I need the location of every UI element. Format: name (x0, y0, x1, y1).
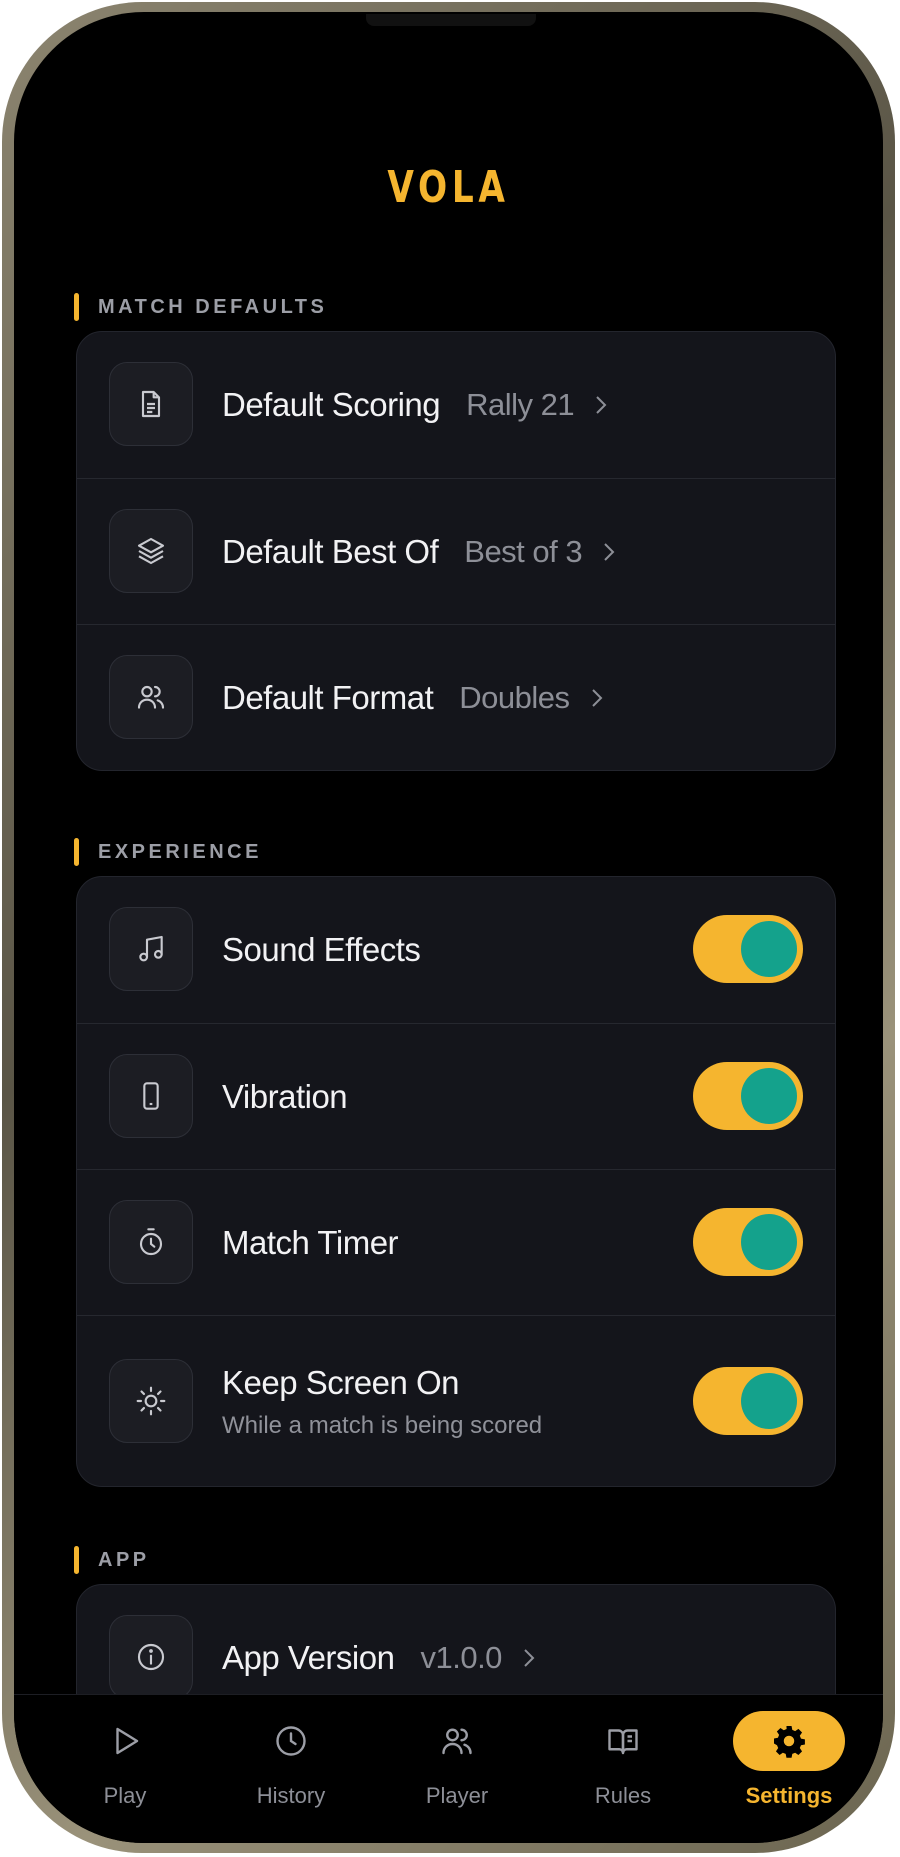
tab-rules[interactable]: Rules (540, 1695, 706, 1843)
stopwatch-icon (109, 1200, 193, 1284)
bottom-tab-bar: Play History Player Rules Settings (14, 1694, 883, 1843)
tab-label: Rules (594, 1783, 652, 1808)
section-header-app: APP (74, 1545, 150, 1575)
tab-label: Play (103, 1783, 147, 1808)
gear-icon (733, 1711, 845, 1771)
vibration-toggle[interactable] (693, 1062, 803, 1130)
sound-effects-row: Sound Effects (77, 877, 835, 1023)
section-accent-bar (74, 293, 79, 321)
speaker-notch (366, 14, 536, 26)
tab-history[interactable]: History (208, 1695, 374, 1843)
tab-play[interactable]: Play (42, 1695, 208, 1843)
chevron-right-icon (591, 689, 602, 707)
layers-icon (109, 509, 193, 593)
match-defaults-card: Default Scoring Rally 21 Default Best Of… (76, 331, 836, 771)
tab-label: History (256, 1783, 326, 1808)
row-title: Default Best Of (222, 533, 439, 570)
default-best-of-row[interactable]: Default Best Of Best of 3 (77, 478, 835, 625)
section-accent-bar (74, 838, 79, 866)
default-format-row[interactable]: Default Format Doubles (77, 624, 835, 770)
toggle-knob (741, 1373, 797, 1429)
row-value: Doubles (459, 680, 570, 715)
row-title: Default Scoring (222, 386, 441, 423)
row-title: App Version (222, 1639, 395, 1676)
section-header-match-defaults: MATCH DEFAULTS (74, 292, 327, 322)
default-scoring-row[interactable]: Default Scoring Rally 21 (77, 332, 835, 478)
toggle-knob (741, 921, 797, 977)
row-title: Match Timer (222, 1224, 399, 1261)
experience-card: Sound Effects Vibration Match Timer Keep… (76, 876, 836, 1487)
match-timer-toggle[interactable] (693, 1208, 803, 1276)
section-header-experience: EXPERIENCE (74, 837, 262, 867)
phone-icon (109, 1054, 193, 1138)
section-label: EXPERIENCE (98, 841, 262, 863)
tab-label: Settings (745, 1783, 833, 1808)
clock-icon (235, 1711, 347, 1771)
row-subtitle: While a match is being scored (222, 1411, 543, 1439)
tab-player[interactable]: Player (374, 1695, 540, 1843)
tab-settings[interactable]: Settings (706, 1695, 872, 1843)
row-title: Keep Screen On (222, 1363, 460, 1401)
row-value: v1.0.0 (420, 1640, 502, 1675)
play-icon (69, 1711, 181, 1771)
chevron-right-icon (524, 1649, 535, 1667)
app-title: VOLA (387, 162, 510, 213)
section-accent-bar (74, 1546, 79, 1574)
phone-frame: VOLA MATCH DEFAULTS Default Scoring Rall… (2, 2, 895, 1853)
chevron-right-icon (596, 396, 607, 414)
tab-label: Player (425, 1783, 489, 1808)
music-note-icon (109, 907, 193, 991)
document-icon (109, 362, 193, 446)
vibration-row: Vibration (77, 1023, 835, 1170)
chevron-right-icon (604, 543, 615, 561)
users-icon (401, 1711, 513, 1771)
section-label: MATCH DEFAULTS (98, 296, 328, 318)
app-screen: VOLA MATCH DEFAULTS Default Scoring Rall… (14, 12, 883, 1843)
keep-screen-on-toggle[interactable] (693, 1367, 803, 1435)
sound-effects-toggle[interactable] (693, 915, 803, 983)
users-icon (109, 655, 193, 739)
row-title: Sound Effects (222, 931, 421, 968)
book-icon (567, 1711, 679, 1771)
row-value: Best of 3 (464, 534, 583, 569)
info-icon (109, 1615, 193, 1699)
toggle-knob (741, 1068, 797, 1124)
match-timer-row: Match Timer (77, 1169, 835, 1316)
row-value: Rally 21 (466, 387, 575, 422)
row-title: Vibration (222, 1078, 348, 1115)
keep-screen-on-row: Keep Screen On While a match is being sc… (77, 1315, 835, 1486)
row-title: Default Format (222, 679, 434, 716)
sun-icon (109, 1359, 193, 1443)
toggle-knob (741, 1214, 797, 1270)
section-label: APP (98, 1549, 150, 1571)
